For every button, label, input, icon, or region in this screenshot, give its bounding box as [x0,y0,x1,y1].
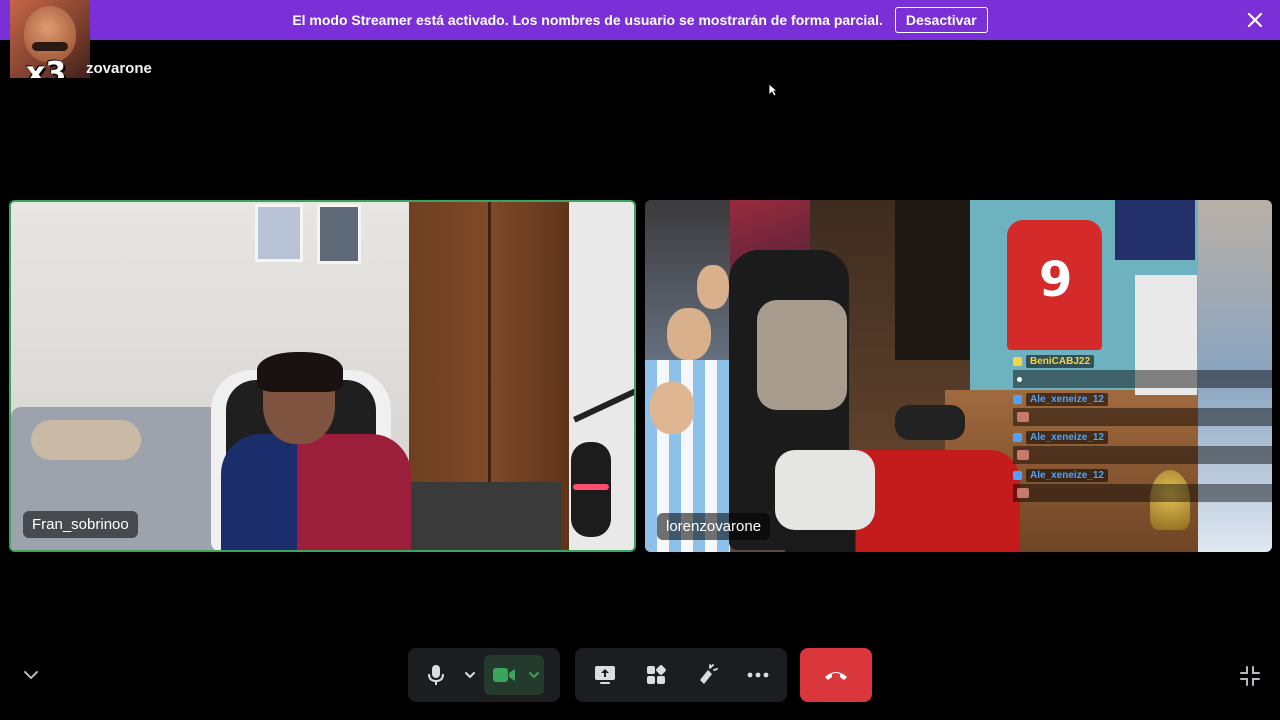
activities-icon [646,665,666,684]
microphone-button[interactable] [416,655,456,695]
chat-message [1013,446,1272,464]
chevron-down-icon [529,672,539,679]
participant-name: Fran_sobrinoo [23,511,138,538]
scene-desk [401,482,561,550]
scene-player-face [650,382,694,434]
chat-emote-icon [1017,450,1029,460]
chat-username: Ale_xeneize_12 [1026,468,1108,482]
avatar-mustache [32,42,68,51]
soundboard-button[interactable] [687,655,727,695]
chevron-down-icon [465,672,475,679]
chat-author: Ale_xeneize_12 [1013,468,1272,482]
chat-badge-icon [1013,356,1022,366]
scene-person-hair [257,352,343,392]
microphone-options-button[interactable] [460,655,480,695]
end-call-button[interactable] [800,648,872,702]
more-options-button[interactable] [738,655,778,695]
video-tile-fran[interactable]: Fran_sobrinoo [9,200,636,552]
scene-cloth [1115,200,1195,260]
scene-cushion [757,300,847,410]
call-action-controls [575,648,787,702]
jersey-number: 9 [1039,252,1073,308]
stream-chat-overlay: BeniCABJ22 Ale_xeneize_12 Ale_xeneize_12… [1013,354,1272,506]
disable-streamer-mode-button[interactable]: Desactivar [894,7,988,33]
chat-author: BeniCABJ22 [1013,354,1272,368]
scene-picture-frame [255,204,303,262]
streamer-mode-message: El modo Streamer está activado. Los nomb… [292,12,883,28]
chat-emote-icon [1017,488,1029,498]
scene-person-body [221,434,411,550]
camera-button[interactable] [484,655,524,695]
close-icon[interactable] [1246,11,1264,29]
camera-toggle [484,655,544,695]
chat-author: Ale_xeneize_12 [1013,430,1272,444]
phone-hangup-icon [825,672,847,680]
more-options-icon [747,672,768,678]
streamer-mode-banner: El modo Streamer está activado. Los nomb… [0,0,1280,40]
streamer-avatar: x3 [10,0,90,78]
chat-emote-icon [1017,412,1029,422]
screen-share-icon [594,666,615,684]
chat-message [1013,484,1272,502]
chat-message [1013,408,1272,426]
exit-fullscreen-icon[interactable] [1238,664,1262,688]
channel-title: zovarone [86,60,152,77]
scene-pillow [31,420,141,460]
chat-badge-icon [1013,394,1022,404]
activities-button[interactable] [636,655,676,695]
microphone-icon [428,665,444,685]
video-camera-icon [493,668,515,682]
chat-badge-icon [1013,470,1022,480]
mouse-cursor-icon [768,83,778,97]
chat-author: Ale_xeneize_12 [1013,392,1272,406]
screen-share-button[interactable] [585,655,625,695]
avatar-face [24,6,76,62]
video-tile-lorenzo[interactable]: 9 BeniCABJ22 Ale_xeneize_12 Ale_xeneize_… [645,200,1272,552]
chat-badge-icon [1013,432,1022,442]
chevron-down-icon[interactable] [20,664,42,686]
chat-message [1013,370,1272,388]
scene-microphone [895,405,965,440]
participant-name: lorenzovarone [657,513,771,540]
audio-video-controls [408,648,560,702]
scene-player-face [697,265,729,309]
scene-mic-light [573,484,609,490]
chat-username: Ale_xeneize_12 [1026,392,1108,406]
scene-doorway [895,200,975,360]
scene-player-face [667,308,711,360]
chat-username: Ale_xeneize_12 [1026,430,1108,444]
soundboard-icon [699,664,718,684]
camera-options-button[interactable] [524,655,544,695]
avatar-overlay-text: x3 [26,56,67,78]
chat-dot-icon [1017,376,1022,382]
chat-username: BeniCABJ22 [1026,354,1095,368]
scene-picture-frame [317,204,361,264]
scene-pillow [775,450,875,530]
